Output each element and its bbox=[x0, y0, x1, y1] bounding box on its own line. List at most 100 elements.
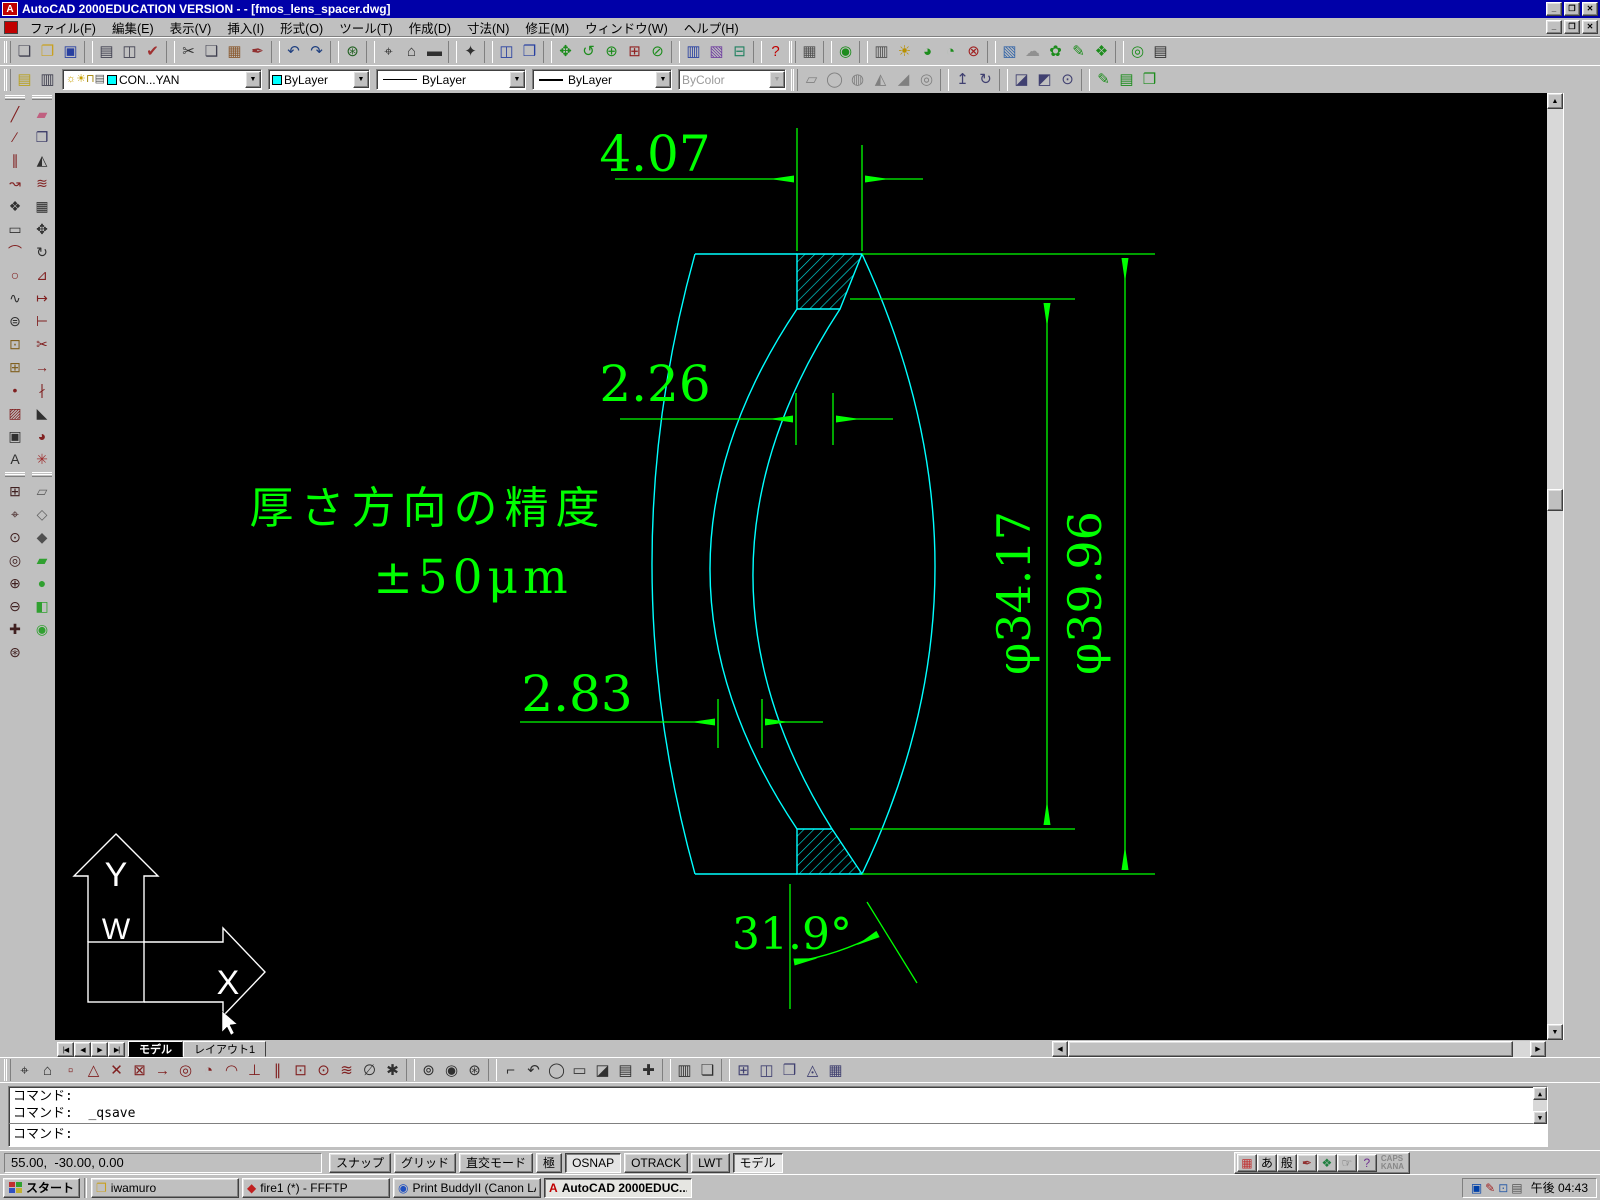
make-object-layer-current-button[interactable]: ▥ bbox=[36, 68, 59, 91]
scroll-up-button[interactable]: ▲ bbox=[1547, 93, 1563, 109]
extrude-button[interactable]: ↥ bbox=[951, 68, 974, 91]
menu-insert[interactable]: 挿入(I) bbox=[219, 17, 272, 38]
toggle-grid[interactable]: グリッド bbox=[394, 1152, 457, 1173]
zoom-scale-button[interactable]: ⊙ bbox=[4, 525, 27, 548]
linetype-dropdown-arrow[interactable]: ▼ bbox=[509, 71, 525, 88]
osnap-apparent-intersection-button[interactable]: ⊠ bbox=[128, 1059, 151, 1082]
array-button[interactable]: ▦ bbox=[31, 194, 54, 217]
close-button[interactable]: ✕ bbox=[1582, 2, 1598, 16]
doc-close-button[interactable]: ✕ bbox=[1582, 20, 1598, 34]
toggle-polar[interactable]: 極 bbox=[536, 1152, 563, 1173]
cut-button[interactable]: ✂ bbox=[177, 40, 200, 63]
color-combo[interactable]: ByLayer ▼ bbox=[268, 69, 370, 90]
orthographic-ucs-button[interactable]: ❏ bbox=[696, 1059, 719, 1082]
tab-prev-button[interactable]: ◀ bbox=[74, 1042, 91, 1057]
setup-view-button[interactable]: ▤ bbox=[1115, 68, 1138, 91]
osnap-perpendicular-button[interactable]: ⊥ bbox=[243, 1059, 266, 1082]
layer-on-icon[interactable]: ☼ bbox=[66, 74, 76, 85]
ucs-world-button[interactable]: ◯ bbox=[545, 1059, 568, 1082]
print-button[interactable]: ▤ bbox=[95, 40, 118, 63]
horizontal-scrollbar[interactable]: ◀ ▶ bbox=[1052, 1041, 1546, 1057]
zoom-out-button[interactable]: ⊖ bbox=[4, 594, 27, 617]
layer-lock-icon[interactable]: ⊓ bbox=[86, 74, 95, 85]
command-scroll-up-button[interactable]: ▲ bbox=[1533, 1087, 1547, 1100]
explode-button[interactable]: ✳ bbox=[31, 447, 54, 470]
3d-orbit-button[interactable]: ↺ bbox=[577, 40, 600, 63]
menu-modify[interactable]: 修正(M) bbox=[517, 17, 577, 38]
materials-button[interactable]: ◕ bbox=[916, 40, 939, 63]
lengthen-button[interactable]: ⊢ bbox=[31, 309, 54, 332]
tab-first-button[interactable]: |◀ bbox=[57, 1042, 74, 1057]
erase-button[interactable]: ▰ bbox=[31, 102, 54, 125]
menu-format[interactable]: 形式(O) bbox=[272, 17, 331, 38]
scroll-left-button[interactable]: ◀ bbox=[1052, 1041, 1068, 1057]
multiline-button[interactable]: ∥ bbox=[4, 148, 27, 171]
toolbar-grip[interactable] bbox=[4, 68, 11, 91]
osnap-extension-button[interactable]: → bbox=[151, 1059, 174, 1082]
ucs-previous-button[interactable]: ↶ bbox=[522, 1059, 545, 1082]
ucs-button[interactable]: ⌐ bbox=[499, 1059, 522, 1082]
section-button[interactable]: ◩ bbox=[1033, 68, 1056, 91]
cylinder-button[interactable]: ◍ bbox=[846, 68, 869, 91]
hidden-button[interactable]: ◆ bbox=[31, 525, 54, 548]
zoom-extents-button[interactable]: ⊛ bbox=[4, 640, 27, 663]
command-box[interactable]: コマンド: コマンド: _qsave コマンド: ▲ ▼ bbox=[8, 1086, 1548, 1147]
scroll-down-button[interactable]: ▼ bbox=[1547, 1024, 1563, 1040]
print-preview-button[interactable]: ◫ bbox=[118, 40, 141, 63]
help-button[interactable]: ? bbox=[764, 40, 787, 63]
paste-button[interactable]: ▦ bbox=[223, 40, 246, 63]
named-view-tool-button[interactable]: ▦ bbox=[824, 1059, 847, 1082]
lights-button[interactable]: ☀ bbox=[893, 40, 916, 63]
make-block-button[interactable]: ⊞ bbox=[4, 355, 27, 378]
slice-button[interactable]: ◪ bbox=[1010, 68, 1033, 91]
restore-button[interactable]: ❐ bbox=[1564, 2, 1580, 16]
layer-plot-icon[interactable]: ▤ bbox=[95, 74, 105, 85]
layer-dropdown-arrow[interactable]: ▼ bbox=[245, 71, 261, 88]
layers-dialog-button[interactable]: ▤ bbox=[13, 68, 36, 91]
toolbar-grip[interactable] bbox=[32, 95, 52, 100]
ellipse-button[interactable]: ⊜ bbox=[4, 309, 27, 332]
drawing-canvas[interactable]: 4.07 2.26 2.83 φ34.17 φ39.96 31.9° 厚さ方向の… bbox=[55, 93, 1547, 1040]
osnap-quadrant-button[interactable]: ◔ bbox=[197, 1059, 220, 1082]
vertical-scrollbar[interactable]: ▲ ▼ bbox=[1547, 93, 1563, 1040]
interference-button[interactable]: ⊙ bbox=[1056, 68, 1079, 91]
tab-last-button[interactable]: ▶| bbox=[108, 1042, 125, 1057]
inquiry-locate-button[interactable]: ⊛ bbox=[463, 1059, 486, 1082]
osnap-settings-button[interactable]: ✱ bbox=[381, 1059, 404, 1082]
rectangle-button[interactable]: ▭ bbox=[4, 217, 27, 240]
sphere-button[interactable]: ◯ bbox=[823, 68, 846, 91]
mapping-button[interactable]: ⊗ bbox=[962, 40, 985, 63]
spline-button[interactable]: ∿ bbox=[4, 286, 27, 309]
menu-file[interactable]: ファイル(F) bbox=[22, 17, 104, 38]
inquiry-distance-button[interactable]: ⊚ bbox=[417, 1059, 440, 1082]
menu-edit[interactable]: 編集(E) bbox=[104, 17, 162, 38]
tab-layout1[interactable]: レイアウト1 bbox=[183, 1041, 267, 1057]
view-top-button[interactable]: ⊞ bbox=[732, 1059, 755, 1082]
undo-button[interactable]: ↶ bbox=[282, 40, 305, 63]
toggle-ortho[interactable]: 直交モード bbox=[459, 1152, 534, 1173]
designcenter-button[interactable]: ▧ bbox=[705, 40, 728, 63]
named-ucs-button[interactable]: ▥ bbox=[673, 1059, 696, 1082]
network-tray-icon[interactable]: ▣ bbox=[1471, 1181, 1482, 1195]
gouraud-shaded-edges-button[interactable]: ◉ bbox=[31, 617, 54, 640]
pen-tray-icon[interactable]: ✎ bbox=[1485, 1181, 1495, 1195]
osnap-nearest-button[interactable]: ≋ bbox=[335, 1059, 358, 1082]
fillet-button[interactable]: ◕ bbox=[31, 424, 54, 447]
dbconnect-button[interactable]: ⊟ bbox=[728, 40, 751, 63]
pan-realtime-button[interactable]: ✥ bbox=[554, 40, 577, 63]
osnap-center-button[interactable]: ◎ bbox=[174, 1059, 197, 1082]
copy-button[interactable]: ❑ bbox=[200, 40, 223, 63]
toggle-model[interactable]: モデル bbox=[732, 1152, 783, 1173]
ucs-face-button[interactable]: ◪ bbox=[591, 1059, 614, 1082]
circle-button[interactable]: ○ bbox=[4, 263, 27, 286]
view-side-button[interactable]: ❒ bbox=[778, 1059, 801, 1082]
move-button[interactable]: ✥ bbox=[31, 217, 54, 240]
scroll-right-button[interactable]: ▶ bbox=[1530, 1041, 1546, 1057]
doc-minimize-button[interactable]: _ bbox=[1546, 20, 1562, 34]
printer-tray-icon[interactable]: ▤ bbox=[1511, 1181, 1522, 1195]
box-button[interactable]: ▱ bbox=[800, 68, 823, 91]
ime-pad-button[interactable]: ☞ bbox=[1336, 1153, 1357, 1172]
toggle-otrack[interactable]: OTRACK bbox=[624, 1152, 689, 1173]
region-button[interactable]: ▣ bbox=[4, 424, 27, 447]
measure-button[interactable]: ▬ bbox=[423, 40, 446, 63]
